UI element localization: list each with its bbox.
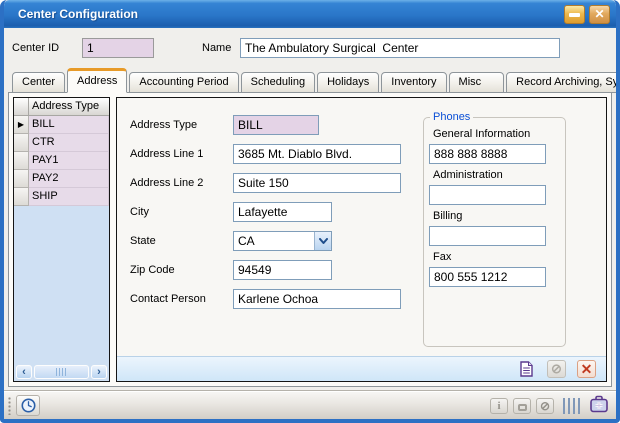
- general-information-field[interactable]: [429, 144, 546, 164]
- general-information-label: General Information: [433, 128, 565, 140]
- grip-handle[interactable]: [8, 397, 12, 415]
- tabstrip: Center Address Accounting Period Schedul…: [8, 68, 612, 93]
- billing-field[interactable]: [429, 226, 546, 246]
- address-line-2-label: Address Line 2: [130, 177, 233, 189]
- city-label: City: [130, 206, 233, 218]
- tab-accounting-period[interactable]: Accounting Period: [129, 72, 238, 93]
- zip-code-field[interactable]: [233, 260, 332, 280]
- tab-holidays[interactable]: Holidays: [317, 72, 379, 93]
- grid-column-header[interactable]: Address Type: [29, 98, 109, 116]
- grid-empty-area: [14, 206, 109, 363]
- tab-record-archiving-system-interface[interactable]: Record Archiving, System Interface: [506, 72, 620, 93]
- clock-button[interactable]: [16, 395, 40, 416]
- phones-groupbox: Phones General Information Administratio…: [423, 111, 566, 347]
- row-selector[interactable]: [14, 188, 29, 206]
- fax-label: Fax: [433, 251, 565, 263]
- grid-header-row: Address Type: [14, 98, 109, 116]
- scroll-right-icon[interactable]: ›: [91, 365, 107, 379]
- clock-icon: [21, 398, 36, 413]
- state-combobox[interactable]: CA: [233, 231, 332, 251]
- info-icon[interactable]: i: [490, 398, 508, 414]
- state-label: State: [130, 235, 233, 247]
- tab-misc[interactable]: Misc: [449, 72, 505, 93]
- state-value: CA: [234, 234, 314, 248]
- center-id-label: Center ID: [12, 42, 82, 54]
- address-line-1-field[interactable]: [233, 144, 401, 164]
- city-field[interactable]: [233, 202, 332, 222]
- blocked-icon: ⊘: [536, 398, 554, 414]
- address-line-1-label: Address Line 1: [130, 148, 233, 160]
- device-icon: [513, 398, 531, 414]
- blocked-icon: ⊘: [547, 360, 566, 378]
- address-type-cell[interactable]: PAY2: [29, 170, 109, 188]
- center-configuration-window: Center Configuration ✕ Center ID Name Ce…: [0, 0, 620, 423]
- statusbar-right-icons: i ⊘: [490, 395, 609, 416]
- tab-scheduling[interactable]: Scheduling: [241, 72, 315, 93]
- address-type-field[interactable]: [233, 115, 319, 135]
- fax-field[interactable]: [429, 267, 546, 287]
- close-icon: ✕: [594, 7, 604, 21]
- contact-person-field[interactable]: [233, 289, 401, 309]
- address-type-cell[interactable]: SHIP: [29, 188, 109, 206]
- header-row: Center ID Name: [12, 35, 610, 61]
- window-title: Center Configuration: [18, 7, 138, 21]
- close-button[interactable]: ✕: [589, 5, 610, 24]
- zip-code-label: Zip Code: [130, 264, 233, 276]
- row-selector[interactable]: ▶: [14, 116, 29, 134]
- address-type-grid: Address Type ▶ BILL CTR PAY1 PAY2: [13, 97, 110, 382]
- statusbar: i ⊘: [4, 391, 616, 419]
- medical-bag-icon[interactable]: [589, 395, 609, 416]
- delete-icon[interactable]: ✕: [577, 360, 596, 378]
- tab-address[interactable]: Address: [67, 68, 127, 93]
- minimize-icon: [569, 13, 580, 17]
- name-field[interactable]: [240, 38, 560, 58]
- administration-label: Administration: [433, 169, 565, 181]
- scroll-left-icon[interactable]: ‹: [16, 365, 32, 379]
- scrollbar-thumb[interactable]: [34, 365, 89, 379]
- billing-label: Billing: [433, 210, 565, 222]
- tab-center[interactable]: Center: [12, 72, 65, 93]
- record-toolbar: ⊘ ✕: [117, 356, 606, 381]
- table-row[interactable]: ▶ BILL: [14, 116, 109, 134]
- address-type-cell[interactable]: CTR: [29, 134, 109, 152]
- address-detail-panel: Address Type Address Line 1 Address Line…: [116, 97, 607, 382]
- table-row[interactable]: PAY1: [14, 152, 109, 170]
- table-row[interactable]: CTR: [14, 134, 109, 152]
- name-label: Name: [202, 42, 240, 54]
- selected-row-arrow: ▶: [18, 121, 24, 129]
- chevron-down-icon[interactable]: [314, 232, 331, 250]
- row-selector[interactable]: [14, 152, 29, 170]
- address-tab-page: Address Type ▶ BILL CTR PAY1 PAY2: [8, 92, 612, 387]
- minimize-button[interactable]: [564, 5, 585, 24]
- window-body: Center ID Name Center Address Accounting…: [4, 28, 616, 391]
- address-line-2-field[interactable]: [233, 173, 401, 193]
- table-row[interactable]: SHIP: [14, 188, 109, 206]
- administration-field[interactable]: [429, 185, 546, 205]
- grid-horizontal-scrollbar[interactable]: ‹ ›: [14, 363, 109, 381]
- address-type-label: Address Type: [130, 119, 233, 131]
- address-type-cell[interactable]: PAY1: [29, 152, 109, 170]
- phones-title: Phones: [430, 111, 473, 123]
- row-selector[interactable]: [14, 134, 29, 152]
- titlebar-buttons: ✕: [564, 5, 610, 24]
- center-id-field[interactable]: [82, 38, 154, 58]
- contact-person-label: Contact Person: [130, 293, 233, 305]
- tab-inventory[interactable]: Inventory: [381, 72, 446, 93]
- titlebar[interactable]: Center Configuration ✕: [4, 0, 616, 28]
- row-selector[interactable]: [14, 170, 29, 188]
- address-type-cell[interactable]: BILL: [29, 116, 109, 134]
- grid-corner-cell: [14, 98, 29, 116]
- table-row[interactable]: PAY2: [14, 170, 109, 188]
- scrollbar-grip: [56, 368, 67, 376]
- document-icon[interactable]: [517, 360, 536, 378]
- separator-bars: [563, 398, 580, 414]
